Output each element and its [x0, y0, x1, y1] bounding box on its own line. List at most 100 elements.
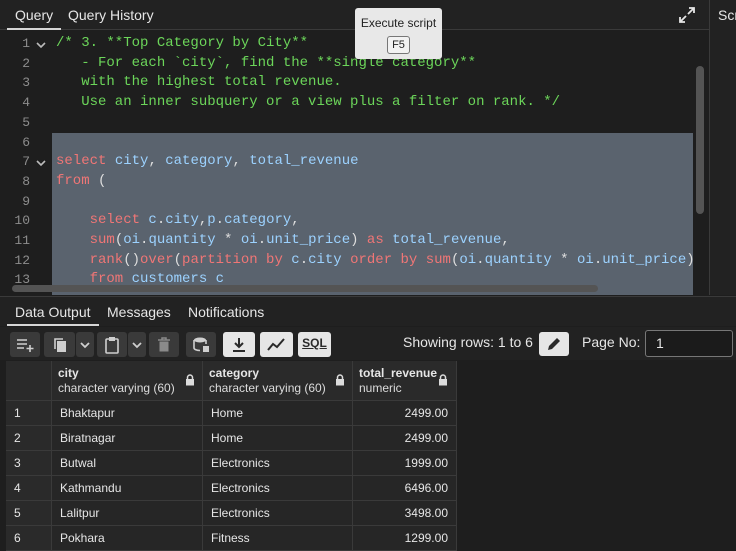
- cell-category[interactable]: Home: [203, 401, 353, 426]
- tab-query[interactable]: Query: [7, 0, 62, 30]
- cell-total-revenue[interactable]: 6496.00: [353, 476, 457, 501]
- cell-total-revenue[interactable]: 2499.00: [353, 401, 457, 426]
- code-token: oi: [240, 232, 258, 248]
- code-token: (: [114, 232, 124, 248]
- cell-total-revenue[interactable]: 2499.00: [353, 426, 457, 451]
- tooltip-shortcut-key: F5: [387, 36, 410, 54]
- line-number: 12: [14, 252, 30, 268]
- edit-row-range-button[interactable]: [539, 332, 569, 356]
- code-token: *: [215, 232, 241, 248]
- code-token: city: [106, 153, 149, 170]
- line-number: 9: [22, 193, 30, 209]
- column-type: character varying (60): [209, 381, 326, 395]
- tab-notifications[interactable]: Notifications: [188, 297, 264, 326]
- column-header-category[interactable]: category character varying (60): [203, 361, 353, 401]
- cell-city[interactable]: Kathmandu: [52, 476, 203, 501]
- cell-city[interactable]: Lalitpur: [52, 501, 203, 526]
- download-icon: [233, 337, 245, 352]
- page-number-input[interactable]: 1: [645, 330, 733, 357]
- cell-category[interactable]: Electronics: [203, 476, 353, 501]
- code-token: quantity: [484, 251, 552, 268]
- code-token: c: [282, 251, 300, 268]
- code-line[interactable]: from (: [56, 173, 106, 189]
- paste-options-dropdown[interactable]: [128, 332, 146, 357]
- sql-label: SQL: [302, 336, 327, 350]
- sql-button[interactable]: SQL: [298, 332, 331, 357]
- code-line[interactable]: sum(oi.quantity * oi.unit_price) as tota…: [56, 232, 510, 248]
- graph-visualiser-button[interactable]: [260, 332, 293, 357]
- rows-showing-label: Showing rows: 1 to 6: [403, 334, 533, 350]
- download-button[interactable]: [223, 332, 255, 357]
- code-token: .: [476, 251, 485, 268]
- cell-category[interactable]: Home: [203, 426, 353, 451]
- column-header-total-revenue[interactable]: total_revenue numeric: [353, 361, 457, 401]
- code-token: as: [366, 232, 384, 248]
- column-name: total_revenue: [359, 366, 438, 380]
- code-token: sum: [417, 251, 451, 268]
- code-token: sum: [56, 232, 115, 248]
- editor-vertical-scrollbar[interactable]: [696, 66, 704, 214]
- cell-total-revenue[interactable]: 1299.00: [353, 526, 457, 551]
- fold-chevron-icon[interactable]: [36, 40, 46, 50]
- cell-city[interactable]: Pokhara: [52, 526, 203, 551]
- code-token: over: [140, 251, 174, 268]
- cell-total-revenue[interactable]: 3498.00: [353, 501, 457, 526]
- row-number[interactable]: 2: [6, 426, 52, 451]
- code-line[interactable]: rank()over(partition by c.city order by …: [56, 252, 695, 268]
- sql-editor[interactable]: 1 2 3 4 5 6 7 8 9 10 11 12 13 /* 3. **Top Category b…: [0, 31, 709, 295]
- row-number-header[interactable]: [6, 361, 52, 401]
- database-save-icon: [193, 337, 209, 352]
- editor-horizontal-scrollbar[interactable]: [12, 285, 598, 292]
- code-token: select: [56, 212, 141, 229]
- code-token: ,: [148, 153, 157, 170]
- code-token: order by: [341, 251, 418, 268]
- delete-row-button[interactable]: [149, 332, 179, 357]
- paste-button[interactable]: [97, 332, 127, 357]
- code-line[interactable]: /* 3. **Top Category by City**: [56, 35, 308, 51]
- row-number[interactable]: 6: [6, 526, 52, 551]
- fold-chevron-icon[interactable]: [36, 158, 46, 168]
- row-number[interactable]: 5: [6, 501, 52, 526]
- code-token: (): [123, 251, 141, 268]
- tab-scratch-pad[interactable]: Scratch: [718, 0, 736, 30]
- cell-category[interactable]: Electronics: [203, 451, 353, 476]
- tooltip-text: Execute script: [360, 16, 437, 30]
- tab-query-history[interactable]: Query History: [68, 0, 154, 30]
- add-row-button[interactable]: [10, 332, 40, 357]
- lock-icon: [439, 374, 447, 386]
- expand-icon[interactable]: [678, 6, 696, 24]
- code-token: total_revenue: [383, 232, 502, 248]
- code-token: *: [551, 251, 577, 268]
- output-tab-bar: Data Output Messages Notifications: [0, 296, 736, 326]
- column-header-city[interactable]: city character varying (60): [52, 361, 203, 401]
- code-token: (: [89, 172, 107, 189]
- cell-category[interactable]: Fitness: [203, 526, 353, 551]
- tab-data-output[interactable]: Data Output: [7, 297, 99, 326]
- code-token: unit_price: [602, 251, 687, 268]
- code-token: unit_price: [266, 232, 351, 248]
- row-number[interactable]: 3: [6, 451, 52, 476]
- copy-button[interactable]: [44, 332, 75, 357]
- cell-city[interactable]: Bhaktapur: [52, 401, 203, 426]
- cell-city[interactable]: Butwal: [52, 451, 203, 476]
- cell-total-revenue[interactable]: 1999.00: [353, 451, 457, 476]
- code-line[interactable]: select city, category, total_revenue: [56, 153, 359, 169]
- row-number[interactable]: 1: [6, 401, 52, 426]
- code-token: ,: [232, 153, 241, 170]
- chevron-down-icon: [132, 341, 142, 348]
- row-number[interactable]: 4: [6, 476, 52, 501]
- code-line[interactable]: Use an inner subquery or a view plus a f…: [56, 94, 560, 110]
- line-chart-icon: [266, 337, 285, 351]
- code-line[interactable]: with the highest total revenue.: [56, 74, 341, 90]
- code-token: oi: [123, 232, 141, 248]
- code-token: .: [156, 212, 166, 229]
- copy-options-dropdown[interactable]: [76, 332, 94, 357]
- code-token: .: [215, 212, 225, 229]
- code-token: category: [224, 212, 292, 229]
- cell-city[interactable]: Biratnagar: [52, 426, 203, 451]
- tab-messages[interactable]: Messages: [107, 297, 171, 326]
- cell-category[interactable]: Electronics: [203, 501, 353, 526]
- line-number: 10: [14, 213, 30, 229]
- save-data-button[interactable]: [186, 332, 216, 357]
- code-line[interactable]: select c.city,p.category,: [56, 212, 300, 228]
